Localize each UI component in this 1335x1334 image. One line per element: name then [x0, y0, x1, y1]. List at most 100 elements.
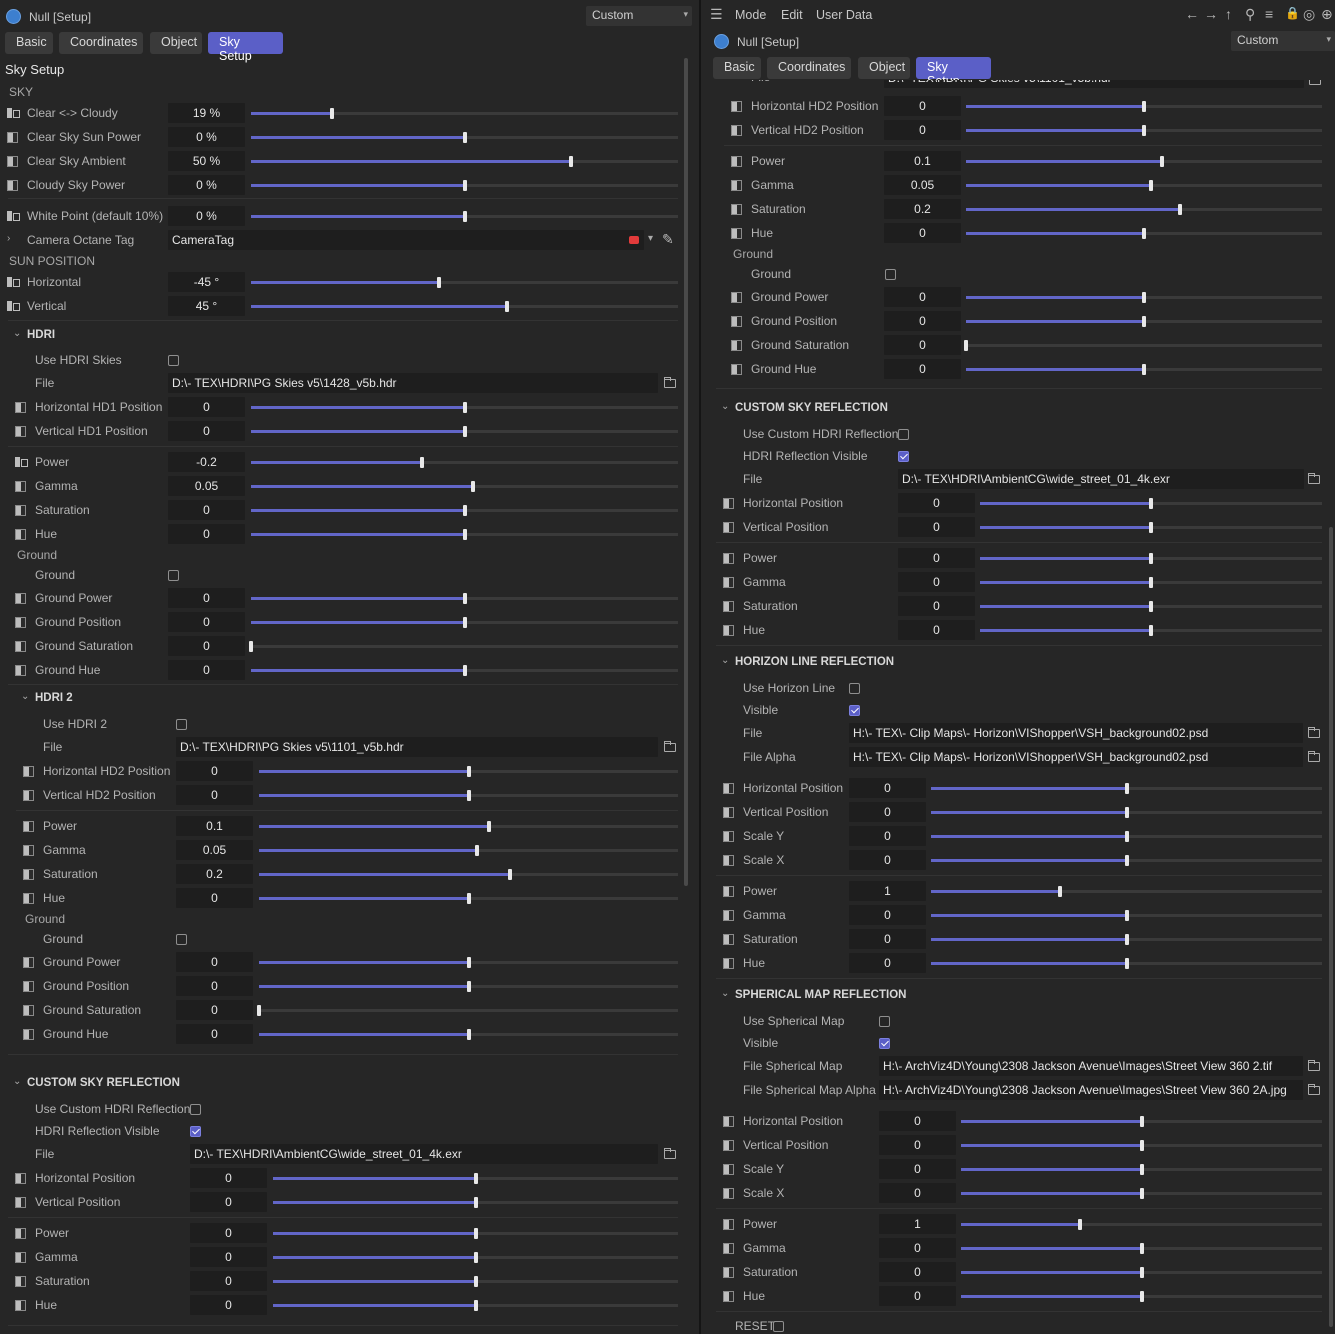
keyframe-icon[interactable]: [7, 132, 18, 143]
param-slider[interactable]: [961, 1267, 1322, 1278]
file-path-field[interactable]: D:\- TEX\HDRI\PG Skies v5\1428_v5b.hdr: [168, 373, 658, 393]
param-slider[interactable]: [966, 292, 1322, 303]
keyframe-icon[interactable]: [15, 665, 26, 676]
checkbox[interactable]: [168, 570, 179, 581]
keyframe-icon[interactable]: [723, 1219, 734, 1230]
keyframe-icon[interactable]: [723, 783, 734, 794]
param-value-field[interactable]: 0.2: [884, 199, 961, 219]
keyframe-icon[interactable]: [731, 340, 742, 351]
slider-handle[interactable]: [1142, 101, 1146, 112]
param-slider[interactable]: [251, 481, 678, 492]
slider-handle[interactable]: [419, 457, 424, 468]
param-value-field[interactable]: 0: [168, 524, 245, 544]
keyframe-icon[interactable]: [723, 1291, 734, 1302]
file-path-field[interactable]: D:\- TEX\HDRI\AmbientCG\wide_street_01_4…: [190, 1144, 658, 1164]
param-value-field[interactable]: 0: [898, 596, 975, 616]
keyframe-icon[interactable]: [15, 426, 26, 437]
slider-handle[interactable]: [257, 1005, 261, 1016]
keyframe-icon[interactable]: [731, 101, 742, 112]
keyframe-icon[interactable]: [15, 593, 26, 604]
param-value-field[interactable]: 1: [879, 1214, 956, 1234]
param-slider[interactable]: [961, 1219, 1322, 1230]
folder-icon[interactable]: [1308, 473, 1320, 484]
param-slider[interactable]: [251, 301, 678, 312]
param-value-field[interactable]: 0: [176, 1024, 253, 1044]
keyframe-icon[interactable]: [731, 180, 742, 191]
param-slider[interactable]: [251, 402, 678, 413]
param-value-field[interactable]: 0: [176, 952, 253, 972]
param-slider[interactable]: [931, 934, 1322, 945]
section-title[interactable]: CUSTOM SKY REFLECTION: [27, 1077, 180, 1089]
keyframe-icon[interactable]: [723, 1140, 734, 1151]
slider-handle[interactable]: [505, 301, 510, 312]
slider-handle[interactable]: [1149, 522, 1153, 533]
slider-handle[interactable]: [473, 1173, 478, 1184]
keyframe-icon[interactable]: [731, 125, 742, 136]
param-slider[interactable]: [961, 1188, 1322, 1199]
file-path-field[interactable]: H:\- ArchViz4D\Young\2308 Jackson Avenue…: [879, 1080, 1303, 1100]
param-value-field[interactable]: 0: [879, 1159, 956, 1179]
keyframe-icon[interactable]: [15, 402, 26, 413]
slider-handle[interactable]: [1149, 625, 1153, 636]
param-slider[interactable]: [966, 180, 1322, 191]
param-slider[interactable]: [251, 156, 678, 167]
keyframe-icon[interactable]: [731, 364, 742, 375]
checkbox[interactable]: [176, 719, 187, 730]
checkbox[interactable]: [176, 934, 187, 945]
keyframe-icon[interactable]: [23, 981, 34, 992]
slider-handle[interactable]: [508, 869, 513, 880]
param-value-field[interactable]: 0: [898, 620, 975, 640]
forward-arrow-icon[interactable]: →: [1204, 6, 1218, 22]
chevron-down-icon[interactable]: ⌄: [721, 655, 729, 666]
folder-icon[interactable]: [1309, 80, 1321, 85]
file-path-field[interactable]: H:\- TEX\- Clip Maps\- Horizon\VIShopper…: [849, 747, 1303, 767]
hamburger-icon[interactable]: ☰: [710, 6, 723, 23]
folder-icon[interactable]: [664, 377, 676, 388]
param-value-field[interactable]: 0: [879, 1262, 956, 1282]
param-value-field[interactable]: 0: [849, 905, 926, 925]
section-title[interactable]: CUSTOM SKY REFLECTION: [735, 402, 888, 414]
param-slider[interactable]: [251, 180, 678, 191]
checkbox[interactable]: [885, 269, 896, 280]
keyframe-icon[interactable]: [15, 1197, 26, 1208]
param-value-field[interactable]: 0: [884, 335, 961, 355]
tab-sky-setup[interactable]: Sky Setup: [208, 32, 283, 63]
keyframe-icon[interactable]: [731, 228, 742, 239]
keyframe-icon[interactable]: [15, 505, 26, 516]
param-slider[interactable]: [964, 340, 1322, 351]
search-icon[interactable]: ⚲: [1245, 6, 1255, 23]
param-value-field[interactable]: 0: [884, 96, 961, 116]
param-slider[interactable]: [980, 577, 1322, 588]
param-value-field[interactable]: 0: [168, 612, 245, 632]
tab-object[interactable]: Object: [858, 57, 910, 79]
keyframe-icon[interactable]: [723, 886, 734, 897]
keyframe-icon[interactable]: [723, 958, 734, 969]
keyframe-icon[interactable]: [723, 625, 734, 636]
param-slider[interactable]: [259, 766, 678, 777]
menu-mode[interactable]: Mode: [735, 8, 766, 22]
slider-handle[interactable]: [1139, 1188, 1144, 1199]
param-value-field[interactable]: 0: [168, 500, 245, 520]
slider-handle[interactable]: [1139, 1291, 1144, 1302]
slider-handle[interactable]: [1124, 958, 1129, 969]
tab-sky-setup[interactable]: Sky Setup: [916, 57, 991, 88]
slider-handle[interactable]: [466, 790, 471, 801]
tab-object[interactable]: Object: [150, 32, 202, 54]
keyframe-icon[interactable]: [7, 211, 20, 221]
keyframe-icon[interactable]: [15, 641, 26, 652]
slider-handle[interactable]: [1142, 125, 1146, 136]
keyframe-icon[interactable]: [15, 457, 28, 467]
filter-icon[interactable]: ≡: [1265, 6, 1273, 22]
checkbox[interactable]: [190, 1104, 201, 1115]
chevron-down-icon[interactable]: ⌄: [21, 691, 29, 702]
section-title[interactable]: HDRI: [27, 329, 55, 341]
param-slider[interactable]: [251, 132, 678, 143]
chevron-down-icon[interactable]: ⌄: [721, 401, 729, 412]
menu-edit[interactable]: Edit: [781, 8, 803, 22]
camera-tag-field[interactable]: CameraTag: [168, 230, 644, 250]
param-value-field[interactable]: 0: [898, 517, 975, 537]
folder-icon[interactable]: [664, 1148, 676, 1159]
param-slider[interactable]: [251, 277, 678, 288]
param-value-field[interactable]: 0: [884, 359, 961, 379]
param-slider[interactable]: [251, 617, 678, 628]
